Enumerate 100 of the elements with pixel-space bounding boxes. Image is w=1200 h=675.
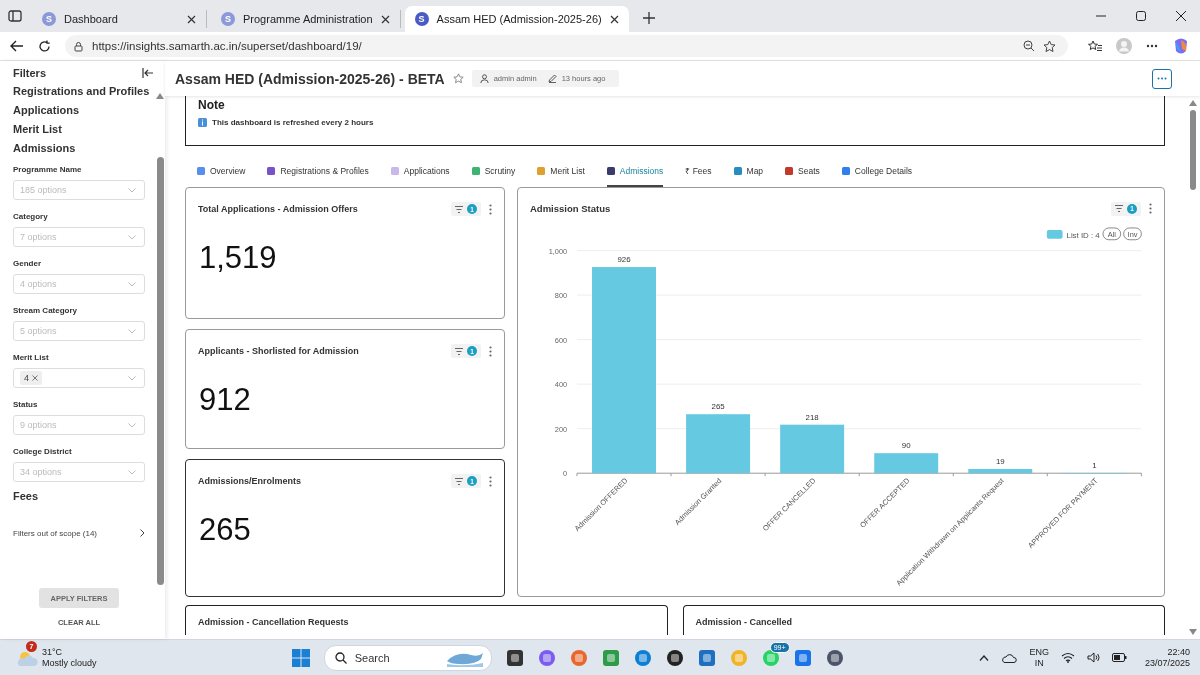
data-label: 19 <box>995 456 1005 466</box>
user-icon <box>479 74 489 83</box>
data-label: 90 <box>901 440 911 450</box>
square-icon <box>606 166 615 175</box>
filter-section-title[interactable]: Applications <box>13 101 145 120</box>
app-icon[interactable] <box>825 648 844 667</box>
clock[interactable]: 22:40 23/07/2025 <box>1144 646 1190 669</box>
chevron-right-icon[interactable] <box>140 529 145 537</box>
info-icon <box>198 118 207 127</box>
filter-section-title[interactable]: Admissions <box>13 139 145 158</box>
favorites-icon[interactable] <box>1088 39 1102 53</box>
app-icon[interactable] <box>665 648 684 667</box>
search-field[interactable]: Search <box>323 644 492 671</box>
dashboard-tab[interactable]: Merit List <box>537 156 585 187</box>
remove-tag-icon[interactable] <box>32 375 38 381</box>
filters-title: Filters <box>13 67 46 79</box>
dashboard-tab[interactable]: ₹ Fees <box>685 156 712 187</box>
card-title: Admission - Cancellation Requests <box>198 617 349 627</box>
more-button[interactable] <box>1152 68 1172 89</box>
square-icon <box>267 166 276 175</box>
dashboard-title: Assam HED (Admission-2025-26) - BETA <box>175 70 445 87</box>
close-tab-icon[interactable] <box>609 14 619 24</box>
dashboard-tab[interactable]: College Details <box>841 156 913 187</box>
square-icon <box>785 166 794 175</box>
kebab-menu-icon[interactable] <box>1149 203 1152 215</box>
browser-tab[interactable]: S Assam HED (Admission-2025-26) <box>404 6 629 32</box>
kebab-menu-icon[interactable] <box>489 345 492 357</box>
cloud-icon[interactable] <box>1001 652 1018 663</box>
back-icon[interactable] <box>10 40 24 52</box>
refresh-icon[interactable] <box>38 39 51 53</box>
filter-label: Category <box>13 211 49 223</box>
data-label: 926 <box>617 254 631 264</box>
dashboard-tab[interactable]: Applications <box>390 156 450 187</box>
scroll-up-icon[interactable] <box>156 93 164 99</box>
kebab-menu-icon[interactable] <box>489 475 492 487</box>
card-title: Applicants - Shorlisted for Admission <box>198 346 359 356</box>
tab-list-icon[interactable] <box>8 10 22 22</box>
square-icon <box>390 166 399 175</box>
data-label: 218 <box>805 412 819 422</box>
square-icon <box>197 166 205 175</box>
filter-label: Merit List <box>13 352 50 364</box>
dashboard-tab[interactable]: Seats <box>785 156 820 187</box>
filter-select[interactable]: 4 <box>13 368 145 388</box>
star-icon[interactable] <box>452 73 464 84</box>
more-icon[interactable] <box>1146 44 1158 48</box>
square-icon <box>841 166 850 175</box>
dashboard-tab[interactable]: Overview <box>197 156 246 187</box>
dashboard-tab[interactable]: Map <box>733 156 764 187</box>
kebab-menu-icon[interactable] <box>489 203 492 215</box>
maximize-icon[interactable] <box>1136 11 1146 21</box>
temperature: 31°C <box>42 646 64 658</box>
battery-icon[interactable] <box>1111 653 1127 662</box>
lock-icon[interactable] <box>73 40 84 52</box>
browser-tab[interactable]: S Dashboard <box>32 10 207 28</box>
dashboard-tab[interactable]: Registrations & Profiles <box>267 156 369 187</box>
legend-label: List ID : 4 <box>1066 230 1100 240</box>
data-label: 265 <box>711 401 725 411</box>
scroll-up-icon[interactable] <box>1188 100 1197 106</box>
zoom-out-icon[interactable] <box>1023 40 1035 52</box>
note-heading: Note <box>198 98 225 113</box>
filter-icon[interactable] <box>1115 205 1123 213</box>
scrollbar-thumb[interactable] <box>1189 110 1196 190</box>
address-bar[interactable]: https://insights.samarth.ac.in/superset/dashboard/19/ <box>65 35 1068 57</box>
close-icon[interactable] <box>1176 11 1186 21</box>
filter-icon[interactable] <box>455 477 463 485</box>
browser-tab[interactable]: S Programme Administration <box>211 10 401 28</box>
close-tab-icon[interactable] <box>380 14 390 24</box>
scrollbar-thumb[interactable] <box>156 157 164 585</box>
close-tab-icon[interactable] <box>187 14 196 24</box>
assistant-icon[interactable] <box>1172 37 1190 55</box>
filter-section-title[interactable]: Merit List <box>13 120 145 139</box>
out-of-scope-link[interactable]: Filters out of scope (14) <box>13 526 145 540</box>
more-icon[interactable] <box>1157 77 1167 80</box>
card-title: Admission Status <box>530 203 611 215</box>
dashboard-tab[interactable]: Scrutiny <box>471 156 516 187</box>
scroll-down-icon[interactable] <box>1188 629 1197 635</box>
new-tab-icon[interactable] <box>642 12 655 24</box>
chevron-up-icon[interactable] <box>979 654 990 661</box>
star-icon[interactable] <box>1043 39 1056 53</box>
app-icon[interactable] <box>505 648 524 667</box>
start-icon[interactable] <box>291 648 310 667</box>
card-title: Admission - Cancelled <box>695 617 793 627</box>
search-icon[interactable] <box>334 651 347 664</box>
pencil-icon <box>547 74 557 83</box>
metric-value: 265 <box>198 511 252 548</box>
square-icon <box>537 166 546 175</box>
filter-section-title[interactable]: Fees <box>13 487 145 506</box>
note-text: This dashboard is refreshed every 2 hours <box>212 118 374 127</box>
filter-icon[interactable] <box>455 205 463 213</box>
language-indicator[interactable]: ENG IN <box>1029 646 1049 669</box>
square-icon <box>471 166 480 175</box>
metric-value: 1,519 <box>198 239 278 276</box>
filter-label: Programme Name <box>13 164 83 176</box>
metric-value: 912 <box>198 381 252 418</box>
filter-label: Gender <box>13 258 42 270</box>
collapse-icon[interactable] <box>142 68 153 78</box>
volume-icon[interactable] <box>1086 652 1100 663</box>
filter-icon[interactable] <box>455 347 463 355</box>
filter-label: Status <box>13 399 39 411</box>
wifi-icon[interactable] <box>1060 652 1075 663</box>
